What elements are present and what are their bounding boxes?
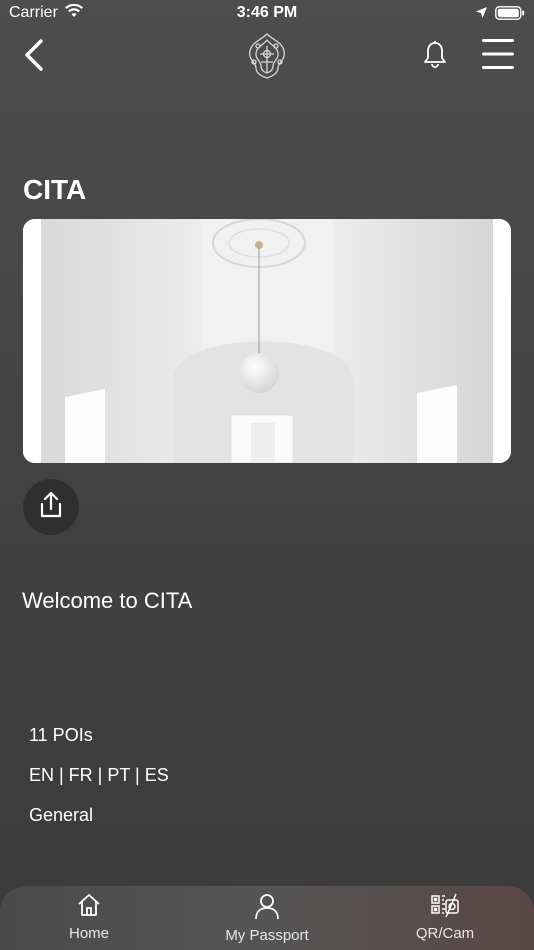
tab-home[interactable]: Home [14, 886, 164, 950]
tab-qr-cam-label: QR/Cam [415, 925, 475, 942]
welcome-text: Welcome to CITA [22, 588, 193, 613]
home-icon [14, 892, 164, 923]
bell-icon[interactable] [422, 40, 448, 73]
qr-camera-icon [370, 892, 520, 923]
location-arrow-icon [475, 6, 488, 24]
tab-my-passport-label: My Passport [225, 927, 309, 944]
tab-qr-cam[interactable]: QR/Cam [370, 886, 520, 950]
back-chevron-icon[interactable] [22, 38, 46, 77]
navigation-bar [0, 28, 534, 84]
tab-home-label: Home [68, 925, 109, 942]
poi-count: 11 POIs [29, 725, 93, 745]
share-button[interactable] [23, 479, 79, 535]
clock: 3:46 PM [236, 4, 298, 21]
hamburger-menu-icon[interactable] [480, 38, 516, 75]
category-label: General [29, 805, 94, 825]
language-list: EN | FR | PT | ES [29, 765, 169, 785]
share-icon [36, 490, 66, 525]
bottom-tab-bar: Home My Passport QR/Cam [0, 886, 534, 950]
status-bar: Carrier 3:46 PM [0, 0, 534, 28]
hero-image [23, 219, 511, 463]
page-title: CITA [23, 174, 87, 205]
ornament-logo-icon[interactable] [244, 32, 290, 85]
user-icon [192, 892, 342, 925]
battery-icon [495, 6, 525, 25]
tab-my-passport[interactable]: My Passport [192, 886, 342, 950]
